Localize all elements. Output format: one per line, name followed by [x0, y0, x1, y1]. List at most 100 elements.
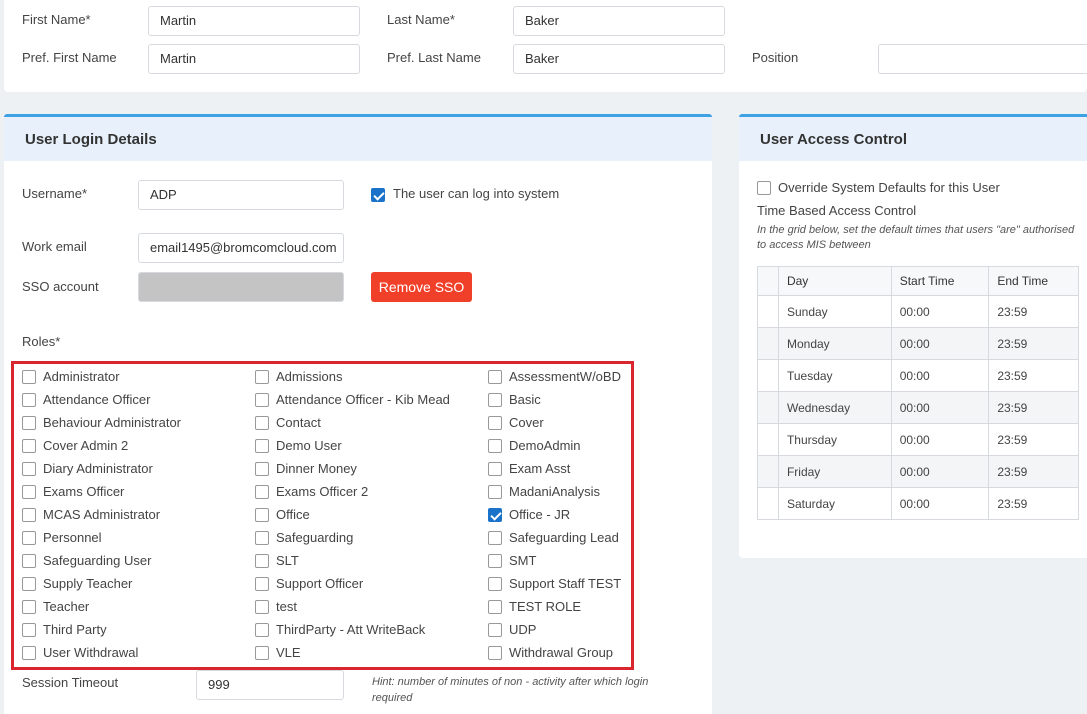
start-time-cell[interactable]: 00:00 [890, 487, 990, 520]
pref-first-name-field[interactable]: Martin [148, 44, 360, 74]
role-checkbox[interactable] [255, 393, 269, 407]
role-checkbox[interactable] [22, 439, 36, 453]
work-email-field[interactable]: email1495@bromcomcloud.com [138, 233, 344, 263]
start-time-cell[interactable]: 00:00 [890, 455, 990, 488]
role-checkbox[interactable] [255, 554, 269, 568]
pref-last-name-field[interactable]: Baker [513, 44, 725, 74]
role-checkbox[interactable] [488, 370, 502, 384]
override-defaults-checkbox[interactable] [757, 181, 771, 195]
role-checkbox[interactable] [255, 485, 269, 499]
role-checkbox[interactable] [488, 393, 502, 407]
row-selector[interactable] [757, 423, 779, 456]
role-checkbox[interactable] [255, 623, 269, 637]
start-time-cell[interactable]: 00:00 [890, 327, 990, 360]
role-checkbox[interactable] [255, 508, 269, 522]
role-checkbox[interactable] [488, 439, 502, 453]
end-time-cell[interactable]: 23:59 [988, 359, 1079, 392]
first-name-field[interactable]: Martin [148, 6, 360, 36]
role-checkbox[interactable] [22, 600, 36, 614]
end-time-cell[interactable]: 23:59 [988, 487, 1079, 520]
role-label: Cover [509, 415, 544, 430]
role-checkbox[interactable] [488, 623, 502, 637]
row-selector[interactable] [757, 391, 779, 424]
access-grid-row[interactable]: Thursday 00:00 23:59 [757, 423, 1079, 456]
role-label: Safeguarding Lead [509, 530, 619, 545]
role-checkbox[interactable] [488, 600, 502, 614]
role-label: Attendance Officer [43, 392, 151, 407]
row-selector[interactable] [757, 487, 779, 520]
role-checkbox[interactable] [22, 623, 36, 637]
role-checkbox[interactable] [255, 370, 269, 384]
column-header-day: Day [777, 266, 892, 296]
roles-label: Roles* [22, 334, 61, 349]
role-checkbox[interactable] [255, 462, 269, 476]
access-grid-row[interactable]: Wednesday 00:00 23:59 [757, 391, 1079, 424]
day-cell: Thursday [777, 423, 892, 456]
role-label: Office [276, 507, 310, 522]
role-checkbox[interactable] [488, 462, 502, 476]
end-time-cell[interactable]: 23:59 [988, 455, 1079, 488]
role-checkbox[interactable] [22, 508, 36, 522]
role-checkbox[interactable] [22, 531, 36, 545]
start-time-cell[interactable]: 00:00 [890, 295, 990, 328]
access-grid-row[interactable]: Sunday 00:00 23:59 [757, 295, 1079, 328]
can-login-checkbox[interactable] [371, 188, 385, 202]
role-label: SLT [276, 553, 299, 568]
role-checkbox[interactable] [488, 646, 502, 660]
role-checkbox[interactable] [488, 531, 502, 545]
role-label: Exams Officer 2 [276, 484, 369, 499]
role-checkbox[interactable] [22, 416, 36, 430]
username-field[interactable]: ADP [138, 180, 344, 210]
start-time-cell[interactable]: 00:00 [890, 423, 990, 456]
role-checkbox[interactable] [488, 554, 502, 568]
access-grid-row[interactable]: Monday 00:00 23:59 [757, 327, 1079, 360]
access-grid-row[interactable]: Friday 00:00 23:59 [757, 455, 1079, 488]
role-label: Administrator [43, 369, 120, 384]
role-checkbox[interactable] [255, 439, 269, 453]
role-checkbox[interactable] [22, 646, 36, 660]
role-checkbox[interactable] [22, 577, 36, 591]
remove-sso-button[interactable]: Remove SSO [371, 272, 472, 302]
row-selector[interactable] [757, 359, 779, 392]
role-checkbox[interactable] [255, 646, 269, 660]
end-time-cell[interactable]: 23:59 [988, 391, 1079, 424]
can-login-label: The user can log into system [393, 186, 560, 201]
role-label: Exams Officer [43, 484, 125, 499]
role-checkbox[interactable] [488, 485, 502, 499]
start-time-cell[interactable]: 00:00 [890, 359, 990, 392]
role-checkbox[interactable] [22, 554, 36, 568]
role-checkbox[interactable] [22, 393, 36, 407]
access-grid-row[interactable]: Saturday 00:00 23:59 [757, 487, 1079, 520]
column-header-end-time: End Time [988, 266, 1079, 296]
role-label: Supply Teacher [43, 576, 133, 591]
row-selector[interactable] [757, 295, 779, 328]
session-timeout-field[interactable]: 999 [196, 670, 344, 700]
role-checkbox[interactable] [488, 416, 502, 430]
role-label: UDP [509, 622, 537, 637]
row-selector[interactable] [757, 327, 779, 360]
access-grid-header-row: Day Start Time End Time [757, 266, 1079, 296]
position-field[interactable] [878, 44, 1087, 74]
role-label: Exam Asst [509, 461, 571, 476]
end-time-cell[interactable]: 23:59 [988, 327, 1079, 360]
row-selector[interactable] [757, 455, 779, 488]
access-grid-row[interactable]: Tuesday 00:00 23:59 [757, 359, 1079, 392]
role-label: TEST ROLE [509, 599, 582, 614]
end-time-cell[interactable]: 23:59 [988, 423, 1079, 456]
role-checkbox[interactable] [255, 577, 269, 591]
role-checkbox[interactable] [22, 370, 36, 384]
role-checkbox[interactable] [22, 485, 36, 499]
role-checkbox[interactable] [22, 462, 36, 476]
day-cell: Sunday [777, 295, 892, 328]
role-label: Attendance Officer - Kib Mead [276, 392, 450, 407]
last-name-field[interactable]: Baker [513, 6, 725, 36]
session-timeout-hint: Hint: number of minutes of non - activit… [372, 676, 649, 704]
role-checkbox[interactable] [255, 531, 269, 545]
role-checkbox[interactable] [488, 508, 502, 522]
role-checkbox[interactable] [255, 600, 269, 614]
pref-first-name-label: Pref. First Name [22, 50, 117, 65]
end-time-cell[interactable]: 23:59 [988, 295, 1079, 328]
role-checkbox[interactable] [488, 577, 502, 591]
start-time-cell[interactable]: 00:00 [890, 391, 990, 424]
role-checkbox[interactable] [255, 416, 269, 430]
